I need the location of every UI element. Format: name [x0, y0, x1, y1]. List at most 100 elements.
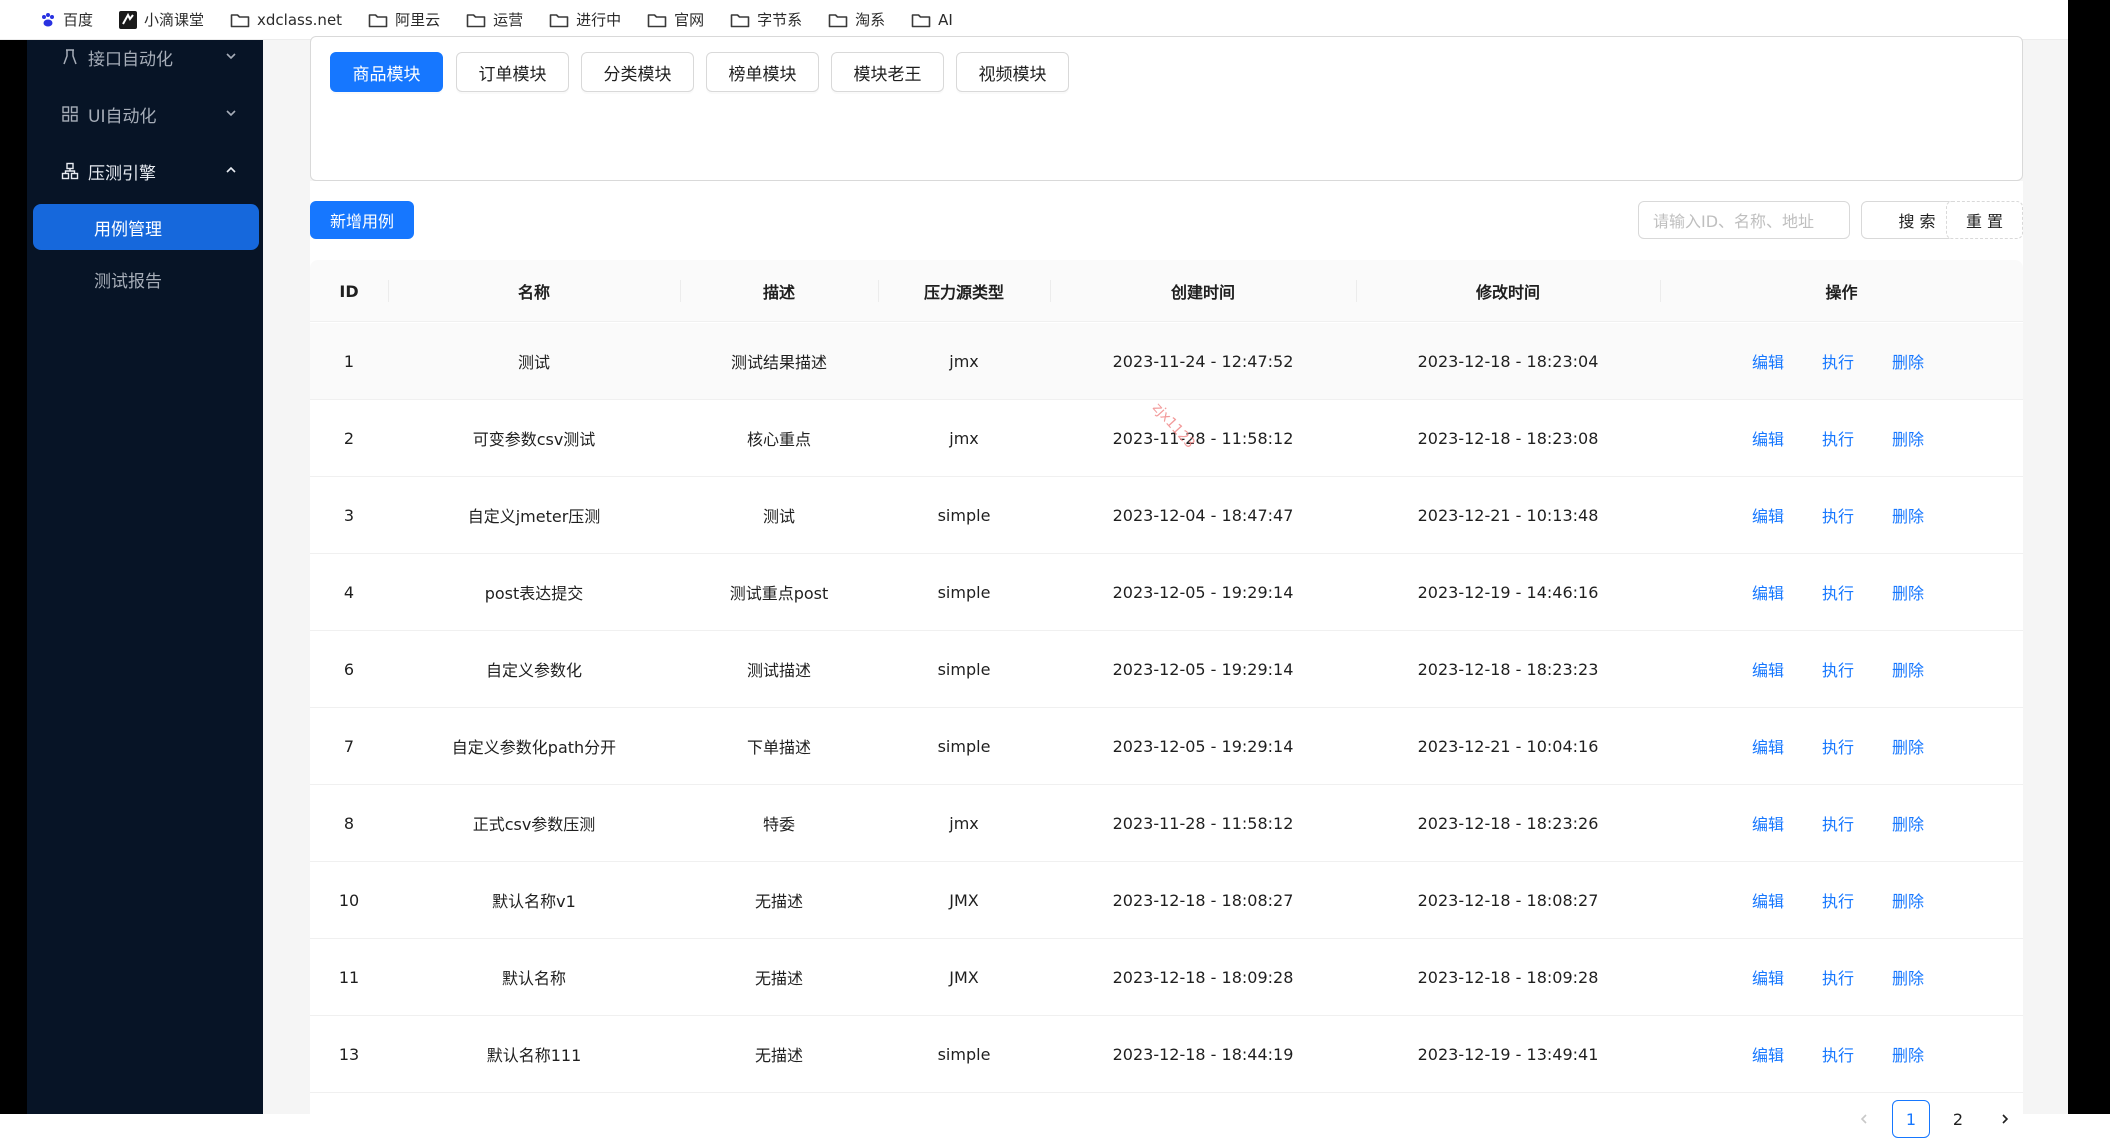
execute-link[interactable]: 执行 — [1822, 554, 1854, 630]
bookmark-folder-aliyun[interactable]: 阿里云 — [368, 9, 440, 30]
tab-ranking-module[interactable]: 榜单模块 — [706, 52, 819, 92]
chevron-down-icon — [226, 110, 236, 117]
folder-icon — [828, 13, 848, 27]
cell-id: 13 — [338, 1044, 360, 1064]
sidebar: 接口自动化 UI自动化 压测引擎 用例管理 测试报告 — [27, 40, 263, 1114]
table-row: 4 post表达提交 测试重点post simple 2023-12-05 - 19:2… — [310, 554, 2023, 631]
edit-link[interactable]: 编辑 — [1752, 554, 1784, 630]
cell-desc: 核心重点 — [746, 430, 811, 449]
add-case-button[interactable]: 新增用例 — [310, 201, 414, 239]
cell-created: 2023-12-18 - 18:44:19 — [1112, 1044, 1294, 1064]
edit-link[interactable]: 编辑 — [1752, 1016, 1784, 1092]
grid-icon — [62, 106, 78, 122]
menu-api-automation[interactable]: 接口自动化 — [27, 32, 263, 82]
prev-page-button[interactable] — [1845, 1100, 1883, 1138]
cell-created: 2023-12-18 - 18:08:27 — [1112, 890, 1294, 910]
edit-link[interactable]: 编辑 — [1752, 631, 1784, 707]
delete-link[interactable]: 删除 — [1892, 1016, 1924, 1092]
bookmark-baidu[interactable]: 百度 — [40, 9, 93, 30]
delete-link[interactable]: 删除 — [1892, 708, 1924, 784]
folder-icon — [230, 13, 250, 27]
bookmark-folder-yunying[interactable]: 运营 — [466, 9, 523, 30]
tab-category-module[interactable]: 分类模块 — [581, 52, 694, 92]
bookmark-label: 官网 — [674, 11, 705, 29]
cell-name: 测试 — [517, 353, 550, 372]
cell-type: simple — [937, 582, 991, 602]
cell-id: 7 — [343, 736, 355, 756]
cluster-icon — [61, 162, 79, 180]
cell-name: post表达提交 — [484, 584, 584, 603]
delete-link[interactable]: 删除 — [1892, 323, 1924, 399]
sidebar-item-case-management[interactable]: 用例管理 — [33, 204, 259, 250]
cell-id: 2 — [343, 428, 355, 448]
execute-link[interactable]: 执行 — [1822, 862, 1854, 938]
edit-link[interactable]: 编辑 — [1752, 477, 1784, 553]
cell-type: simple — [937, 736, 991, 756]
baidu-paw-icon — [42, 12, 54, 26]
execute-link[interactable]: 执行 — [1822, 323, 1854, 399]
execute-link[interactable]: 执行 — [1822, 477, 1854, 553]
bookmark-label: 进行中 — [576, 11, 622, 29]
tab-order-module[interactable]: 订单模块 — [456, 52, 569, 92]
edit-link[interactable]: 编辑 — [1752, 785, 1784, 861]
cell-modified: 2023-12-18 - 18:09:28 — [1417, 967, 1599, 987]
column-header-actions: 操作 — [1825, 283, 1858, 302]
bookmark-label: 阿里云 — [395, 11, 441, 29]
edit-link[interactable]: 编辑 — [1752, 862, 1784, 938]
menu-ui-automation[interactable]: UI自动化 — [27, 89, 263, 139]
cell-created: 2023-12-05 - 19:29:14 — [1112, 736, 1294, 756]
tab-product-module[interactable]: 商品模块 — [330, 52, 443, 92]
execute-link[interactable]: 执行 — [1822, 1016, 1854, 1092]
folder-icon — [549, 13, 569, 27]
cell-name: 自定义参数化path分开 — [451, 738, 617, 757]
bookmark-folder-taoxi[interactable]: 淘系 — [828, 9, 885, 30]
next-page-button[interactable] — [1986, 1100, 2024, 1138]
bookmark-xiaodi[interactable]: 小滴课堂 — [119, 9, 204, 30]
delete-link[interactable]: 删除 — [1892, 554, 1924, 630]
bookmark-label: xdclass.net — [257, 10, 343, 29]
execute-link[interactable]: 执行 — [1822, 631, 1854, 707]
delete-link[interactable]: 删除 — [1892, 939, 1924, 1015]
api-automation-icon — [63, 49, 77, 65]
bookmark-folder-jinxingzhong[interactable]: 进行中 — [549, 9, 621, 30]
cell-id: 11 — [338, 967, 360, 987]
column-header-modified: 修改时间 — [1475, 283, 1540, 302]
cell-name: 自定义参数化 — [485, 661, 582, 680]
delete-link[interactable]: 删除 — [1892, 862, 1924, 938]
execute-link[interactable]: 执行 — [1822, 708, 1854, 784]
menu-load-test-engine[interactable]: 压测引擎 — [27, 146, 263, 196]
sidebar-item-test-report[interactable]: 测试报告 — [33, 256, 259, 302]
column-header-name: 名称 — [517, 283, 550, 302]
edit-link[interactable]: 编辑 — [1752, 939, 1784, 1015]
bookmark-folder-ai[interactable]: AI — [911, 11, 953, 29]
table-row: 11 默认名称 无描述 JMX 2023-12-18 - 18:09:28 2023-12… — [310, 939, 2023, 1016]
execute-link[interactable]: 执行 — [1822, 400, 1854, 476]
folder-icon — [368, 13, 388, 27]
bookmark-folder-guanwang[interactable]: 官网 — [647, 9, 704, 30]
cell-modified: 2023-12-18 - 18:08:27 — [1417, 890, 1599, 910]
bookmark-folder-xdclass[interactable]: xdclass.net — [230, 11, 342, 29]
edit-link[interactable]: 编辑 — [1752, 400, 1784, 476]
bookmark-folder-zijiexi[interactable]: 字节系 — [730, 9, 802, 30]
menu-label: 接口自动化 — [88, 49, 173, 70]
delete-link[interactable]: 删除 — [1892, 785, 1924, 861]
cell-modified: 2023-12-19 - 14:46:16 — [1417, 582, 1599, 602]
page-1-button[interactable]: 1 — [1892, 1100, 1930, 1138]
page-2-button[interactable]: 2 — [1939, 1100, 1977, 1138]
edit-link[interactable]: 编辑 — [1752, 323, 1784, 399]
execute-link[interactable]: 执行 — [1822, 785, 1854, 861]
cell-name: 可变参数csv测试 — [472, 430, 596, 449]
delete-link[interactable]: 删除 — [1892, 631, 1924, 707]
delete-link[interactable]: 删除 — [1892, 400, 1924, 476]
tab-laowang-module[interactable]: 模块老王 — [831, 52, 944, 92]
reset-button[interactable]: 重 置 — [1946, 201, 2023, 239]
cell-desc: 测试结果描述 — [730, 353, 827, 372]
table-row: 8 正式csv参数压测 特委 jmx 2023-11-28 - 11:58:12 2023… — [310, 785, 2023, 862]
edit-link[interactable]: 编辑 — [1752, 708, 1784, 784]
execute-link[interactable]: 执行 — [1822, 939, 1854, 1015]
tab-video-module[interactable]: 视频模块 — [956, 52, 1069, 92]
window-right-edge — [2068, 0, 2110, 1114]
search-input[interactable]: 请输入ID、名称、地址 — [1638, 201, 1850, 239]
delete-link[interactable]: 删除 — [1892, 477, 1924, 553]
cell-id: 1 — [343, 351, 355, 371]
